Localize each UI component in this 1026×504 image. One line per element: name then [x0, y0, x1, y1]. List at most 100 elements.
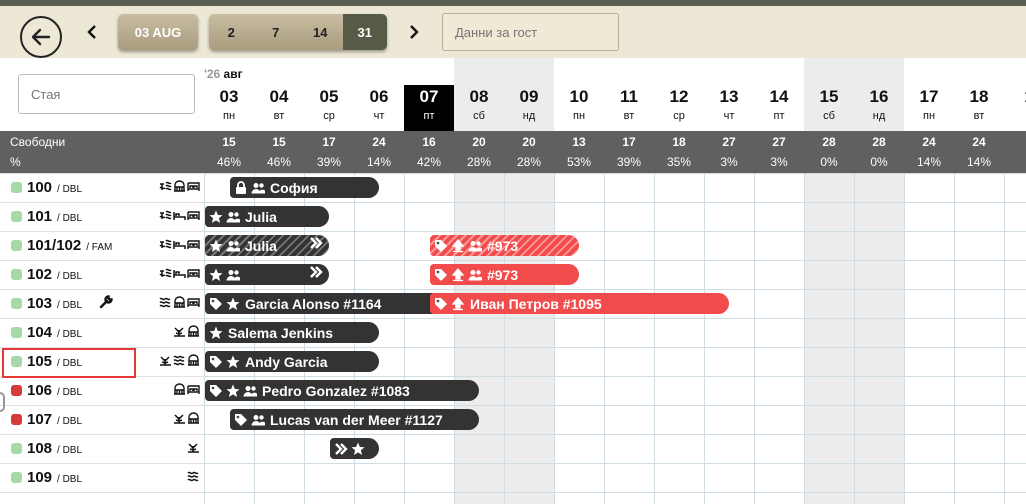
day-header-18[interactable]: 18 вт [954, 85, 1004, 131]
day-header-07[interactable]: 07 пт [404, 85, 454, 131]
room-row[interactable]: 106 / DBL [0, 376, 204, 405]
free-count: 15 [272, 135, 286, 149]
weekday-name: ср [673, 110, 685, 122]
date-picker-button[interactable]: 03 AUG [118, 14, 198, 50]
reservation-bar[interactable]: Lucas van der Meer #1127 [230, 409, 479, 430]
reservation-bar[interactable]: Salema Jenkins [205, 322, 379, 343]
reservation-bar[interactable]: #973 [430, 264, 579, 285]
resize-handle[interactable] [0, 392, 5, 412]
occupancy-percent: 46% [266, 155, 292, 169]
group-icon [243, 385, 257, 396]
room-row[interactable]: 107 / DBL [0, 405, 204, 434]
reservation-bar[interactable]: София [230, 177, 379, 198]
room-status-indicator [11, 182, 22, 193]
day-header-13[interactable]: 13 чт [704, 85, 754, 131]
weekday-name: пн [222, 110, 236, 122]
day-number: 10 [569, 87, 589, 106]
room-number: 109 [27, 469, 53, 486]
day-header-10[interactable]: 10 пн [554, 85, 604, 131]
availability-stats-bar: Свободни % 15 46% 15 46% 17 39% 24 14% 16 42% 20 28… [0, 131, 1026, 173]
reservation-bar[interactable]: Иван Петров #1095 [430, 293, 729, 314]
grid-line [204, 405, 1026, 406]
room-row[interactable]: 100 / DBL [0, 173, 204, 202]
tag-icon [210, 355, 222, 368]
double-bed-icon [187, 269, 200, 278]
lock-icon [236, 180, 246, 194]
occupancy-percent: 14% [916, 155, 942, 169]
balcony-icon [188, 354, 199, 366]
tag-icon [435, 297, 447, 310]
occupancy-percent: 14% [366, 155, 392, 169]
range-option-2[interactable]: 2 [209, 14, 254, 50]
weekday-name: чт [373, 110, 385, 122]
day-header-14[interactable]: 14 пт [754, 85, 804, 131]
day-header-1[interactable]: 1 [1004, 85, 1026, 131]
previous-period-button[interactable] [82, 19, 102, 45]
day-header-15[interactable]: 15 сб [804, 85, 854, 131]
room-number: 108 [27, 440, 53, 457]
free-count: 20 [522, 135, 536, 149]
tag-icon [435, 268, 447, 281]
free-rooms-label: Свободни [10, 135, 66, 149]
room-row[interactable]: 101 / DBL [0, 202, 204, 231]
weekday-name: чт [723, 110, 735, 122]
room-type: / DBL [57, 328, 83, 340]
room-row[interactable]: 103 / DBL [0, 289, 204, 318]
day-header-05[interactable]: 05 ср [304, 85, 354, 131]
reservation-label: Pedro Gonzalez #1083 [262, 382, 410, 399]
occupancy-percent: 35% [666, 155, 692, 169]
reservation-bar[interactable]: Julia [205, 235, 329, 256]
room-row[interactable]: 108 / DBL [0, 434, 204, 463]
room-type: / DBL [57, 444, 83, 456]
range-option-14[interactable]: 14 [298, 14, 343, 50]
free-count: 20 [472, 135, 486, 149]
grid-line [504, 173, 505, 504]
day-header-12[interactable]: 12 ср [654, 85, 704, 131]
maintenance-wrench-icon[interactable] [99, 295, 113, 314]
occupancy-percent: 3% [770, 155, 788, 169]
day-number: 18 [969, 87, 989, 106]
room-row[interactable]: 109 / DBL [0, 463, 204, 492]
reservation-bar[interactable]: Julia [205, 206, 329, 227]
next-period-button[interactable] [404, 19, 424, 45]
star-icon [209, 239, 223, 252]
room-status-indicator [11, 269, 22, 280]
grid-line [204, 173, 1026, 174]
grid-line [204, 231, 1026, 232]
star-icon [209, 268, 223, 281]
day-header-11[interactable]: 11 вт [604, 85, 654, 131]
reservation-label: #973 [487, 237, 519, 254]
reservation-bar[interactable] [330, 438, 379, 459]
room-row[interactable]: 101/102 / FAM [0, 231, 204, 260]
day-number: 09 [519, 87, 539, 106]
day-header-06[interactable]: 06 чт [354, 85, 404, 131]
day-header-17[interactable]: 17 пн [904, 85, 954, 131]
day-header-03[interactable]: 03 пн [204, 85, 254, 131]
room-number: 101 [27, 208, 53, 225]
room-row[interactable]: 102 / DBL [0, 260, 204, 289]
grid-line [204, 463, 1026, 464]
day-header-16[interactable]: 16 нд [854, 85, 904, 131]
group-icon [468, 269, 482, 280]
reservation-bar[interactable]: Andy Garcia [205, 351, 379, 372]
day-header-09[interactable]: 09 нд [504, 85, 554, 131]
room-row[interactable]: 104 / DBL [0, 318, 204, 347]
day-header-04[interactable]: 04 вт [254, 85, 304, 131]
range-option-7[interactable]: 7 [254, 14, 299, 50]
weekday-name: сб [473, 110, 485, 122]
garden-view-icon [160, 356, 171, 366]
double-bed-icon [187, 298, 200, 307]
reservation-bar[interactable]: Pedro Gonzalez #1083 [205, 380, 479, 401]
room-search-input[interactable] [18, 74, 195, 114]
guest-data-input[interactable] [442, 13, 619, 51]
chevron-right-icon [410, 25, 419, 39]
balcony-icon [188, 325, 199, 337]
reservation-bar[interactable] [205, 264, 329, 285]
day-header-08[interactable]: 08 сб [454, 85, 504, 131]
back-button[interactable] [20, 16, 62, 58]
weekday-name: пн [572, 110, 586, 122]
room-amenities [173, 325, 200, 338]
range-option-31[interactable]: 31 [342, 14, 387, 50]
reservation-bar[interactable]: #973 [430, 235, 579, 256]
reservation-label: Lucas van der Meer #1127 [270, 411, 443, 428]
